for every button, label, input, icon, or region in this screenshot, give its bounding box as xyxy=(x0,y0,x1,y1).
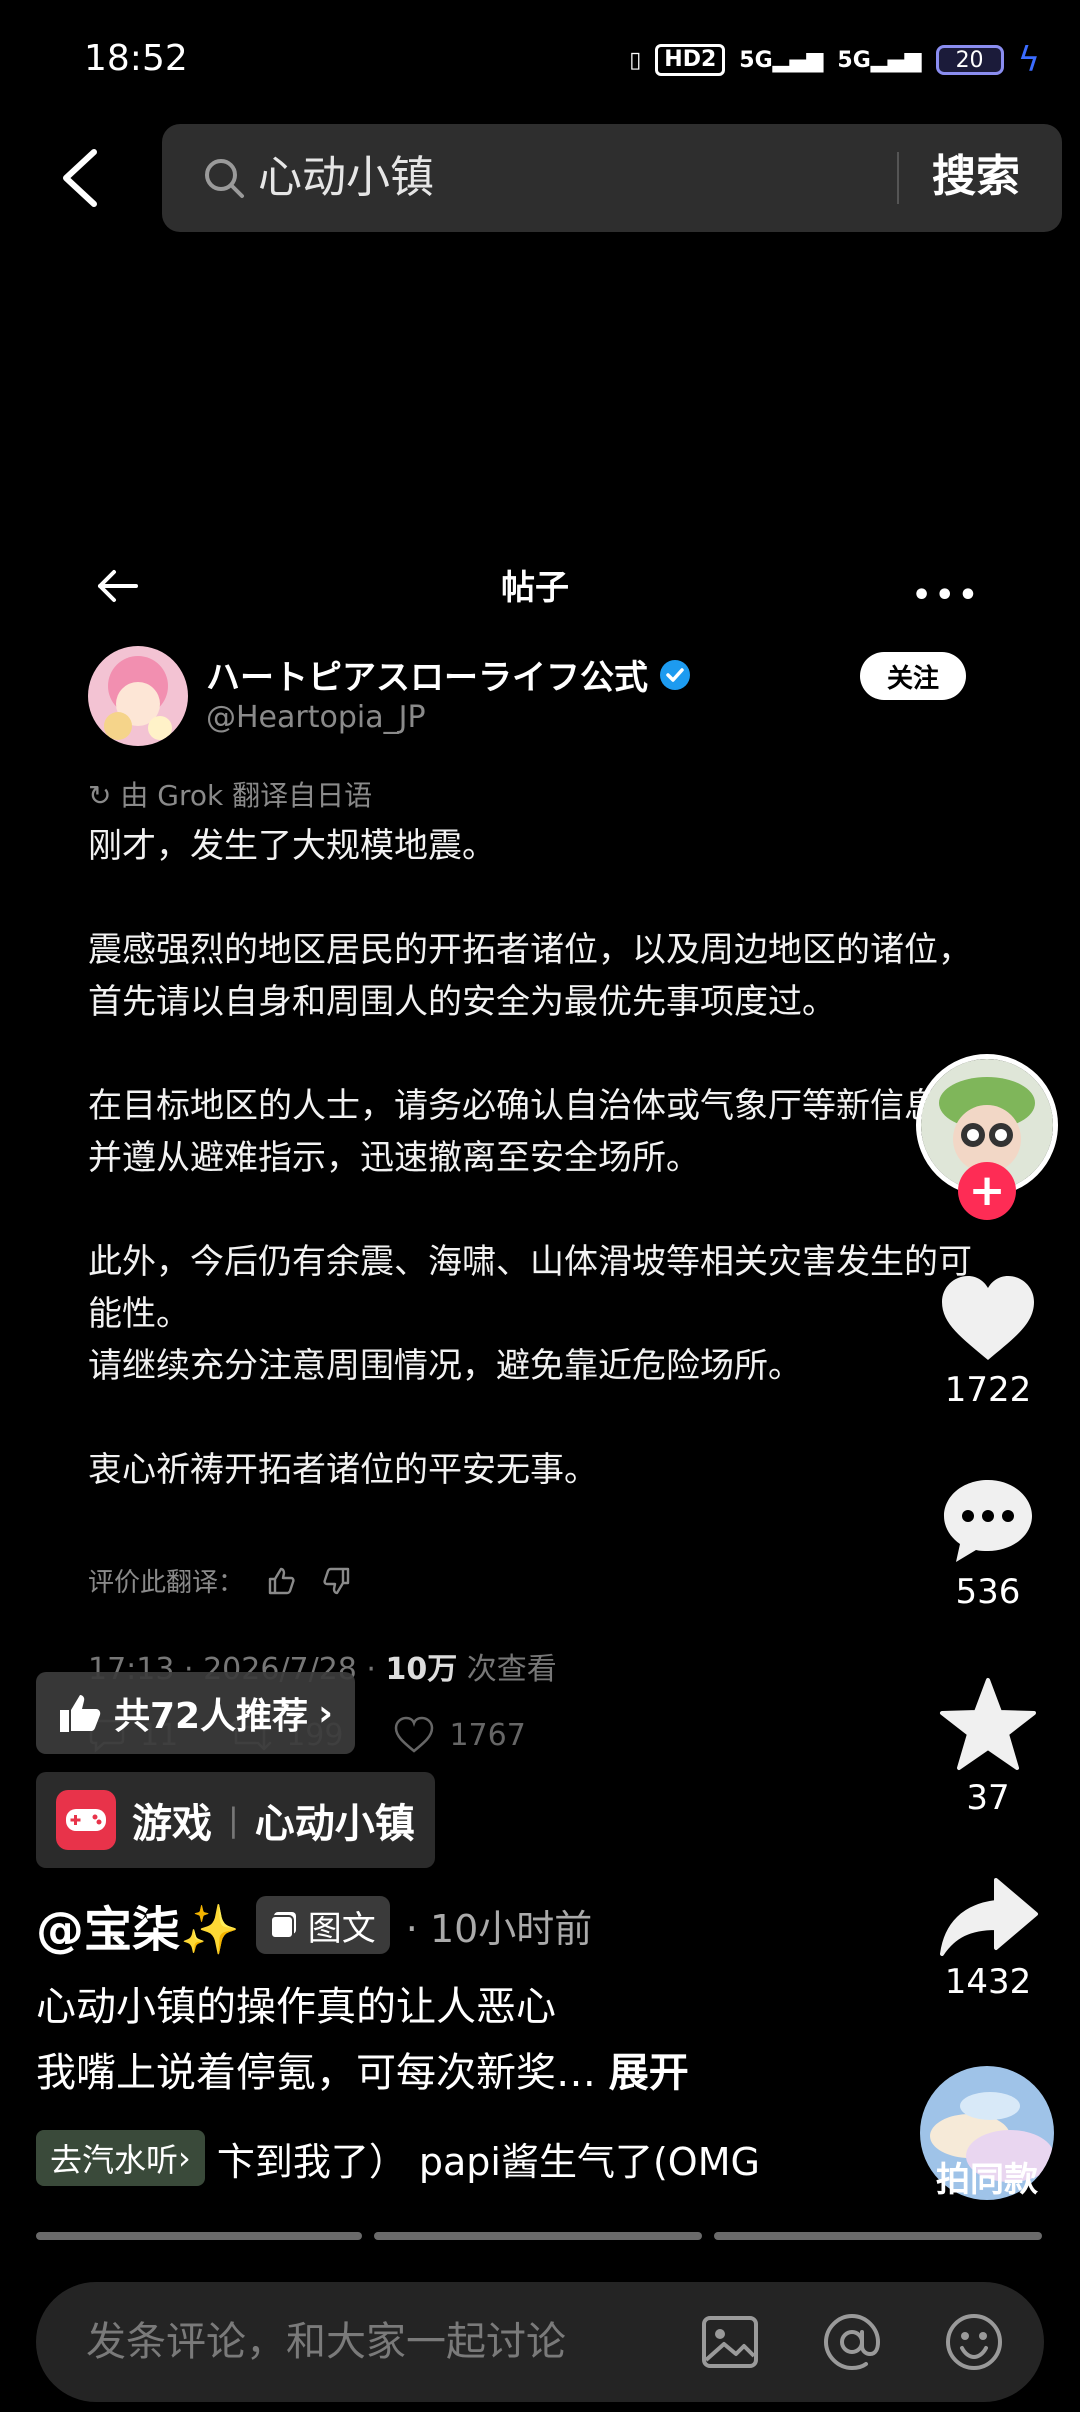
hd-badge: HD2 xyxy=(655,44,726,76)
status-time: 18:52 xyxy=(84,38,188,79)
game-tag-separator: | xyxy=(228,1801,239,1839)
post-header-title: 帖子 xyxy=(501,568,569,608)
thumbs-down-icon xyxy=(323,1567,350,1594)
thumbs-up-filled-icon xyxy=(60,1695,101,1732)
translate-icon: ↻ xyxy=(88,779,112,812)
signal-1-icon: 5G▂▄▆ xyxy=(739,47,824,73)
image-post-icon xyxy=(269,1912,296,1939)
back-arrow-icon[interactable] xyxy=(56,148,106,208)
search-button[interactable]: 搜索 xyxy=(932,146,1020,208)
rate-translation-row: 评价此翻译： xyxy=(88,1562,352,1599)
comment-bar[interactable]: 发条评论，和大家一起讨论 xyxy=(36,2282,1044,2402)
recommend-chip[interactable]: 共72人推荐 › xyxy=(36,1672,355,1754)
comment-count: 536 xyxy=(955,1572,1021,1612)
status-icons: ▯ HD2 5G▂▄▆ 5G▂▄▆ 20 ϟ xyxy=(629,40,1040,80)
game-tag[interactable]: 游戏 | 心动小镇 xyxy=(36,1772,435,1868)
image-picker-icon[interactable] xyxy=(698,2310,762,2374)
follow-plus-button[interactable]: + xyxy=(958,1162,1016,1220)
caption-line-2: 我嘴上说着停氪，可每次新奖… xyxy=(36,2050,596,2096)
image-progress-3 xyxy=(714,2232,1042,2240)
heart-icon xyxy=(942,1276,1034,1360)
account-avatar xyxy=(88,646,188,746)
mention-icon[interactable] xyxy=(820,2310,884,2374)
comment-action[interactable]: 536 xyxy=(918,1476,1058,1612)
caption[interactable]: 心动小镇的操作真的让人恶心 我嘴上说着停氪，可每次新奖… 展开 xyxy=(36,1974,916,2106)
translation-note: ↻ 由 Grok 翻译自日语 xyxy=(88,779,373,812)
search-bar[interactable]: 心动小镇 搜索 xyxy=(162,124,1062,232)
post-body-text: 刚才，发生了大规模地震。 震感强烈的地区居民的开拓者诸位，以及周边地区的诸位，首… xyxy=(88,826,972,1490)
author-name[interactable]: @宝柒✨ xyxy=(36,1890,240,1960)
like-action[interactable]: 1722 xyxy=(918,1274,1058,1410)
heart-outline-icon xyxy=(395,1716,434,1753)
post-like-stat: 1767 xyxy=(393,1716,526,1754)
thumbs-up-icon xyxy=(268,1567,295,1594)
music-app-tag[interactable]: 去汽水听 › xyxy=(36,2130,205,2186)
expand-link[interactable]: 展开 xyxy=(609,2050,689,2096)
comment-icon xyxy=(944,1480,1032,1562)
image-progress-2 xyxy=(374,2232,702,2240)
star-icon xyxy=(940,1678,1036,1770)
chevron-right-icon: › xyxy=(318,1692,333,1734)
follow-button: 关注 xyxy=(860,652,966,700)
same-style-label: 拍同款 xyxy=(936,2160,1038,2200)
search-icon xyxy=(205,159,244,198)
search-input[interactable]: 心动小镇 xyxy=(258,148,434,208)
favorite-action[interactable]: 37 xyxy=(918,1676,1058,1818)
verified-badge-icon xyxy=(660,659,690,690)
vibrate-icon: ▯ xyxy=(629,47,642,73)
music-row[interactable]: 去汽水听 › 卞到我了） papi酱生气了(OMG xyxy=(36,2130,760,2186)
author-row: @宝柒✨ 图文 · 10小时前 xyxy=(36,1890,592,1960)
share-arrow-icon xyxy=(940,1878,1038,1956)
account-handle: @Heartopia_JP xyxy=(206,700,426,735)
emoji-icon[interactable] xyxy=(942,2310,1006,2374)
battery-indicator: 20 xyxy=(935,45,1004,75)
search-divider xyxy=(897,152,899,204)
caption-line-1: 心动小镇的操作真的让人恶心 xyxy=(36,1984,556,2030)
signal-2-icon: 5G▂▄▆ xyxy=(837,47,922,73)
more-options-icon: ••• xyxy=(912,578,982,613)
charging-icon: ϟ xyxy=(1017,40,1040,80)
game-category: 游戏 xyxy=(132,1801,212,1847)
share-action[interactable]: 1432 xyxy=(918,1876,1058,2002)
image-post-badge: 图文 xyxy=(255,1896,390,1954)
music-title: 卞到我了） papi酱生气了(OMG xyxy=(216,2139,760,2184)
image-progress-1 xyxy=(36,2232,362,2240)
favorite-count: 37 xyxy=(966,1778,1010,1818)
gamepad-icon xyxy=(56,1790,116,1850)
game-name: 心动小镇 xyxy=(254,1801,415,1847)
like-count: 1722 xyxy=(944,1370,1032,1410)
share-count: 1432 xyxy=(944,1962,1032,2002)
comment-input[interactable]: 发条评论，和大家一起讨论 xyxy=(86,2312,566,2372)
post-time-ago: · 10小时前 xyxy=(405,1906,593,1951)
account-name: ハートピアスローライフ公式 xyxy=(206,650,692,699)
